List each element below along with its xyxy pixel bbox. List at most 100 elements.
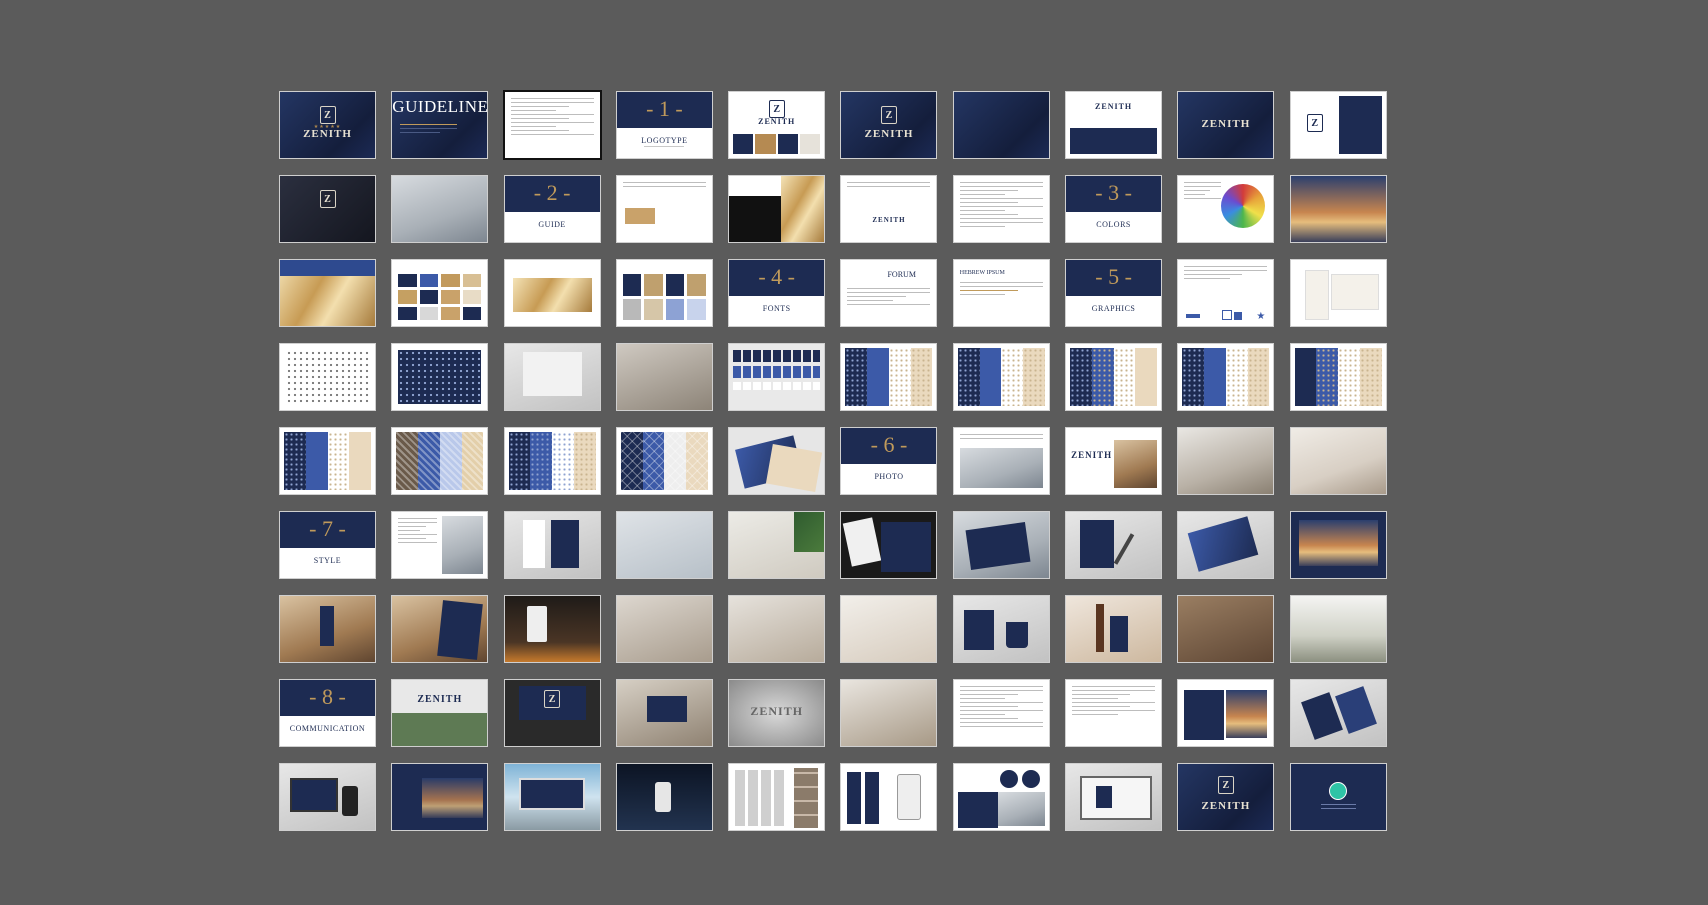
slide-thumbnail[interactable] <box>728 343 826 411</box>
slide-thumbnail[interactable] <box>1289 511 1387 579</box>
slide-thumbnail[interactable] <box>1177 427 1275 495</box>
slide-thumbnail[interactable]: Z ZENITH <box>840 91 938 159</box>
slide-thumbnail[interactable] <box>1289 343 1387 411</box>
slide-thumbnail[interactable] <box>279 343 376 411</box>
slide-thumbnail[interactable] <box>1065 511 1163 579</box>
slide-thumbnail[interactable]: ZENITH <box>728 679 826 747</box>
billboard-mock <box>518 778 585 810</box>
slide-thumbnail[interactable] <box>1289 679 1387 747</box>
slide-thumbnail[interactable] <box>615 343 713 411</box>
slide-thumbnail[interactable] <box>391 763 489 831</box>
slide-thumbnail[interactable] <box>391 343 489 411</box>
slide-thumbnail[interactable]: Z ★★★★★ ZENITH <box>279 91 376 159</box>
slide-thumbnail[interactable]: ZENITH <box>1065 427 1163 495</box>
slide-thumbnail[interactable] <box>503 763 601 831</box>
slide-thumbnail[interactable] <box>840 679 938 747</box>
slide-thumbnail-selected[interactable] <box>502 90 602 160</box>
slide-thumbnail[interactable] <box>1289 595 1387 663</box>
slide-thumbnail[interactable] <box>728 175 826 243</box>
slide-thumbnail[interactable]: ZENITH <box>1065 91 1163 159</box>
slide-thumbnail[interactable] <box>728 763 826 831</box>
slide-thumbnail[interactable] <box>503 511 601 579</box>
slide-thumbnail[interactable]: - 7 - STYLE <box>279 511 376 579</box>
brochure-photo <box>1298 520 1378 566</box>
slide-thumbnail[interactable] <box>952 343 1050 411</box>
slide-thumbnail[interactable] <box>615 595 713 663</box>
slide-thumbnail[interactable] <box>728 511 826 579</box>
slide-thumbnail[interactable] <box>1065 595 1163 663</box>
slide-thumbnail[interactable]: FORUM <box>840 259 938 327</box>
slide-thumbnail[interactable] <box>1177 595 1275 663</box>
slide-thumbnail[interactable] <box>952 763 1050 831</box>
slide-thumbnail[interactable] <box>615 427 713 495</box>
slide-thumbnail[interactable]: Z <box>503 679 601 747</box>
slide-thumbnail[interactable] <box>615 511 713 579</box>
slide-thumbnail[interactable] <box>615 259 713 327</box>
phone-mock <box>897 774 922 820</box>
slide-thumbnail[interactable] <box>615 679 713 747</box>
slide-thumbnail[interactable]: GUIDELINE <box>391 91 489 159</box>
slide-thumbnail[interactable]: - 4 - FONTS <box>728 259 826 327</box>
slide-thumbnail[interactable]: Z <box>1289 91 1387 159</box>
slide-thumbnail[interactable]: Z <box>279 175 376 243</box>
slide-thumbnail[interactable] <box>615 763 713 831</box>
laptop-mock <box>1080 776 1153 820</box>
slide-thumbnail[interactable] <box>391 427 489 495</box>
slide-thumbnail[interactable]: - 2 - GUIDE <box>503 175 601 243</box>
slide-thumbnail[interactable]: - 3 - COLORS <box>1065 175 1163 243</box>
slide-thumbnail[interactable]: ZENITH <box>840 175 938 243</box>
slide-thumbnail[interactable] <box>1289 427 1387 495</box>
pattern-strips <box>1070 348 1158 406</box>
slide-thumbnail[interactable] <box>1177 343 1275 411</box>
slide-thumbnail[interactable] <box>391 175 489 243</box>
slide-thumbnail[interactable] <box>503 259 601 327</box>
slide-thumbnail-grid: Z ★★★★★ ZENITH GUIDELINE - 1 - LOGOTYPE … <box>279 90 1387 831</box>
slide-thumbnail[interactable]: - 8 - COMMUNICATION <box>279 679 376 747</box>
slide-thumbnail[interactable]: - 1 - LOGOTYPE <box>615 91 713 159</box>
slide-thumbnail[interactable] <box>952 679 1050 747</box>
slide-thumbnail[interactable] <box>1065 343 1163 411</box>
slide-thumbnail[interactable] <box>840 763 938 831</box>
slide-thumbnail[interactable]: ZENITH <box>391 679 489 747</box>
slide-thumbnail[interactable] <box>728 595 826 663</box>
slide-thumbnail[interactable] <box>1177 511 1275 579</box>
slide-thumbnail[interactable]: Z ZENITH <box>1177 763 1275 831</box>
slide-thumbnail[interactable] <box>952 427 1050 495</box>
slide-thumbnail[interactable]: HEBREW IPSUM <box>952 259 1050 327</box>
slide-thumbnail[interactable] <box>503 427 601 495</box>
slide-thumbnail[interactable] <box>1177 175 1275 243</box>
slide-thumbnail[interactable] <box>279 427 376 495</box>
slide-thumbnail[interactable] <box>1289 175 1387 243</box>
slide-thumbnail[interactable]: ★ <box>1177 259 1275 327</box>
section-title: COLORS <box>1096 220 1131 229</box>
slide-thumbnail[interactable] <box>952 91 1050 159</box>
slide-thumbnail[interactable] <box>1289 259 1387 327</box>
slide-thumbnail[interactable]: ZENITH <box>1177 91 1275 159</box>
square-icon <box>1222 310 1233 320</box>
slide-thumbnail[interactable] <box>1065 679 1163 747</box>
slide-thumbnail[interactable] <box>952 595 1050 663</box>
slide-thumbnail[interactable] <box>391 595 489 663</box>
slide-thumbnail[interactable] <box>279 763 376 831</box>
slide-thumbnail[interactable] <box>1177 679 1275 747</box>
slide-thumbnail[interactable] <box>391 511 489 579</box>
slide-thumbnail[interactable] <box>1289 763 1387 831</box>
slide-thumbnail[interactable] <box>952 175 1050 243</box>
slide-thumbnail[interactable] <box>952 511 1050 579</box>
slide-thumbnail[interactable] <box>615 175 713 243</box>
slide-thumbnail[interactable]: Z ZENITH <box>728 91 826 159</box>
slide-thumbnail[interactable] <box>840 595 938 663</box>
slide-thumbnail[interactable]: - 6 - PHOTO <box>840 427 938 495</box>
slide-thumbnail[interactable] <box>728 427 826 495</box>
slide-thumbnail[interactable]: - 5 - GRAPHICS <box>1065 259 1163 327</box>
slide-thumbnail[interactable] <box>391 259 489 327</box>
slide-thumbnail[interactable] <box>279 595 376 663</box>
slide-thumbnail[interactable] <box>503 343 601 411</box>
slide-thumbnail[interactable] <box>1065 763 1163 831</box>
social-feed <box>794 768 819 828</box>
section-number: - 3 - <box>1095 180 1132 205</box>
slide-thumbnail[interactable] <box>279 259 376 327</box>
slide-thumbnail[interactable] <box>840 511 938 579</box>
slide-thumbnail[interactable] <box>840 343 938 411</box>
slide-thumbnail[interactable] <box>503 595 601 663</box>
